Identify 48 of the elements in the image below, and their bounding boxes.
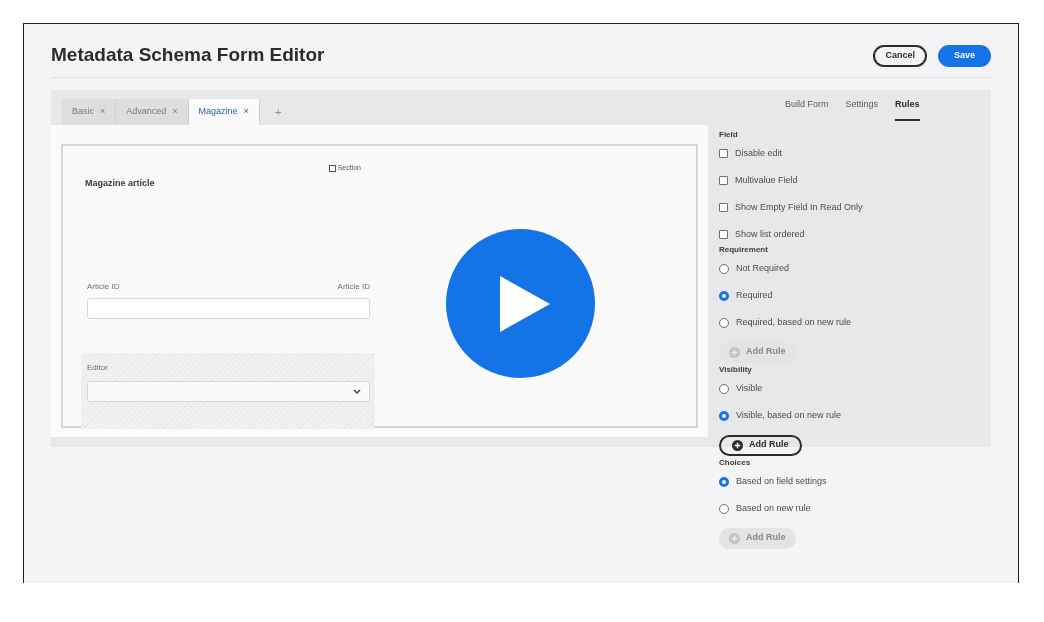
section-heading: Requirement — [719, 244, 769, 255]
radio-button[interactable] — [719, 476, 729, 487]
radio-label: Visible, based on new rule — [736, 408, 841, 422]
add-rule-button[interactable]: Add Rule — [719, 434, 802, 456]
cancel-button[interactable]: Cancel — [873, 44, 927, 67]
radio-label: Visible — [736, 381, 763, 395]
section-heading: Choices — [719, 457, 752, 468]
radio-button[interactable] — [719, 317, 729, 328]
select-field[interactable] — [87, 380, 370, 402]
checkbox[interactable] — [328, 164, 336, 172]
tab[interactable]: Magazine × — [188, 99, 260, 125]
radio-label: Required, based on new rule — [736, 315, 852, 329]
radio-button[interactable] — [719, 503, 729, 514]
field-label: Editor — [87, 361, 109, 374]
input-field[interactable] — [87, 298, 370, 319]
radio-label: Based on new rule — [736, 501, 811, 515]
checkbox[interactable] — [719, 203, 728, 212]
tab[interactable]: Basic × — [62, 99, 117, 125]
checkbox-label: Multivalue Field — [735, 173, 798, 187]
checkbox[interactable] — [719, 176, 728, 185]
chevron-down-icon — [353, 388, 361, 394]
radio-label: Required — [736, 288, 773, 302]
page-title: Metadata Schema Form Editor — [51, 43, 325, 68]
tab[interactable]: Advanced × — [116, 99, 189, 125]
field-label: Article ID — [337, 280, 370, 293]
section-title: Magazine article — [85, 177, 155, 190]
plus-circle-icon — [729, 346, 740, 358]
checkbox-label: Disable edit — [735, 146, 783, 160]
plus-circle-icon — [732, 439, 743, 451]
play-icon — [499, 275, 550, 332]
checkbox-label: Show list ordered — [735, 227, 805, 241]
checkbox[interactable] — [719, 230, 728, 239]
view-tab[interactable]: Build Form — [785, 90, 829, 121]
section-heading: Field — [719, 129, 739, 140]
view-tab[interactable]: Rules — [895, 90, 920, 121]
radio-button[interactable] — [719, 383, 729, 394]
radio-label: Based on field settings — [736, 474, 827, 488]
view-tab[interactable]: Settings — [845, 90, 879, 121]
radio-button[interactable] — [719, 410, 729, 421]
checkbox-label: Show Empty Field In Read Only — [735, 200, 863, 214]
plus-circle-icon — [729, 532, 740, 544]
radio-label: Not Required — [736, 261, 790, 275]
save-button[interactable]: Save — [937, 44, 991, 67]
field-label: Article ID — [87, 280, 120, 293]
section-heading: Visibility — [719, 364, 753, 375]
radio-button[interactable] — [719, 263, 729, 274]
checkbox[interactable] — [719, 149, 728, 158]
radio-button[interactable] — [719, 290, 729, 301]
